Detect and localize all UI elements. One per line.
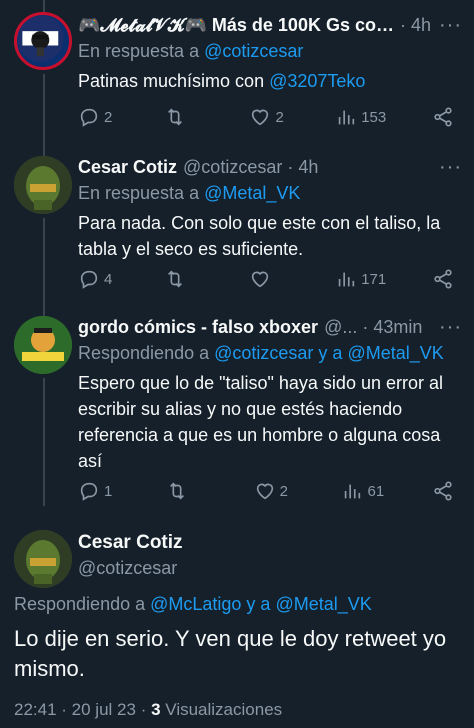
share-icon xyxy=(434,269,452,289)
avatar-image xyxy=(14,530,72,588)
separator-dot: · xyxy=(140,700,152,719)
user-name[interactable]: gordo cómics - falso xboxer xyxy=(78,316,318,338)
retweet-button[interactable] xyxy=(166,480,206,502)
avatar-image xyxy=(14,156,72,214)
tweet-text: Para nada. Con solo que este con el tali… xyxy=(78,213,441,259)
reply-icon xyxy=(80,270,98,289)
views-label: Visualizaciones xyxy=(165,700,283,719)
share-icon xyxy=(434,481,452,501)
avatar[interactable] xyxy=(14,316,72,374)
share-button[interactable] xyxy=(432,268,454,290)
reply-button[interactable]: 1 xyxy=(78,480,118,502)
views-icon xyxy=(345,484,361,499)
avatar-image xyxy=(17,15,64,62)
share-icon xyxy=(434,107,452,127)
timestamp[interactable]: 4h xyxy=(298,156,318,178)
retweet-button[interactable] xyxy=(164,268,204,290)
more-options-icon[interactable]: ··· xyxy=(431,316,462,338)
reply-context: Respondiendo a @cotizcesar y a @Metal_VK xyxy=(78,342,462,364)
views-count: 3 xyxy=(151,700,161,719)
timestamp[interactable]: 4h xyxy=(411,14,431,36)
user-handle[interactable]: @cotizcesar xyxy=(78,558,462,579)
timestamp[interactable]: 43min xyxy=(373,316,422,338)
reply-count: 4 xyxy=(104,270,113,288)
reply-icon xyxy=(80,108,98,127)
reply-count: 1 xyxy=(104,482,113,500)
like-button[interactable]: 2 xyxy=(249,106,289,128)
views-count: 61 xyxy=(367,482,385,500)
reply-to-link[interactable]: @McLatigo y a @Metal_VK xyxy=(150,594,372,614)
avatar[interactable] xyxy=(14,530,72,588)
tweet[interactable]: Cesar Cotiz @cotizcesar · 4h ··· En resp… xyxy=(0,156,474,306)
retweet-icon xyxy=(169,482,184,500)
post-time[interactable]: 22:41 xyxy=(14,700,57,719)
views-button[interactable]: 61 xyxy=(341,480,384,502)
views-button[interactable]: 153 xyxy=(335,106,386,128)
reply-to-link[interactable]: @cotizcesar xyxy=(204,41,303,61)
reply-button[interactable]: 2 xyxy=(78,106,118,128)
tweet-text: Espero que lo de "taliso" haya sido un e… xyxy=(78,373,443,471)
reply-prefix: Respondiendo a xyxy=(78,343,210,363)
heart-icon xyxy=(252,109,269,126)
like-button[interactable]: 2 xyxy=(254,480,294,502)
reply-button[interactable]: 4 xyxy=(78,268,118,290)
heart-icon xyxy=(252,271,269,288)
retweet-icon xyxy=(167,270,182,288)
tweet[interactable]: gordo cómics - falso xboxer @... · 43min… xyxy=(0,316,474,506)
action-bar: 4 171 xyxy=(78,268,454,290)
user-name[interactable]: Cesar Cotiz xyxy=(78,532,462,554)
tweet-text: Patinas muchísimo con @3207Teko xyxy=(78,68,462,94)
thread-line xyxy=(43,0,45,12)
avatar[interactable] xyxy=(14,12,72,70)
post-date[interactable]: 20 jul 23 xyxy=(72,700,136,719)
mention-link[interactable]: @3207Teko xyxy=(269,71,365,91)
separator-dot: · xyxy=(399,15,406,35)
views-count: 153 xyxy=(361,108,387,126)
reply-icon xyxy=(80,482,98,501)
user-name[interactable]: Cesar Cotiz xyxy=(78,156,177,178)
reply-context: Respondiendo a @McLatigo y a @Metal_VK xyxy=(14,594,372,615)
views-icon xyxy=(338,110,355,125)
heart-icon xyxy=(256,483,273,500)
reply-prefix: En respuesta a xyxy=(78,41,200,61)
separator-dot: · xyxy=(287,157,294,177)
separator-dot: · xyxy=(362,317,369,337)
more-options-icon[interactable]: ··· xyxy=(431,14,462,36)
reply-prefix: En respuesta a xyxy=(78,183,200,203)
avatar-image xyxy=(14,316,72,374)
reply-context: En respuesta a @Metal_VK xyxy=(78,182,462,204)
action-bar: 2 2 153 xyxy=(78,106,454,128)
action-bar: 1 2 61 xyxy=(78,480,454,502)
share-button[interactable] xyxy=(432,106,454,128)
retweet-icon xyxy=(167,108,182,126)
reply-to-link[interactable]: @cotizcesar y a @Metal_VK xyxy=(214,343,444,363)
reply-to-link[interactable]: @Metal_VK xyxy=(204,183,300,203)
user-name[interactable]: 🎮𝓜𝓮𝓽𝓪𝓵𝓥𝓚🎮 Más de 100K Gs con... xyxy=(78,14,395,36)
user-handle[interactable]: @cotizcesar xyxy=(183,156,282,178)
retweet-button[interactable] xyxy=(164,106,204,128)
share-button[interactable] xyxy=(432,480,454,502)
reply-count: 2 xyxy=(104,108,113,126)
user-handle[interactable]: @... xyxy=(324,316,357,338)
tweet-meta: 22:41 · 20 jul 23 · 3 Visualizaciones xyxy=(14,700,282,720)
separator-dot: · xyxy=(61,700,72,719)
tweet[interactable]: 🎮𝓜𝓮𝓽𝓪𝓵𝓥𝓚🎮 Más de 100K Gs con... · 4h ···… xyxy=(0,12,474,142)
tweet-text-plain: Patinas muchísimo con xyxy=(78,71,270,91)
views-count: 171 xyxy=(361,270,387,288)
reply-prefix: Respondiendo a xyxy=(14,594,146,614)
views-button[interactable]: 171 xyxy=(335,268,386,290)
avatar[interactable] xyxy=(14,156,72,214)
tweet-text: Lo dije en serio. Y ven que le doy retwe… xyxy=(14,626,447,681)
views-icon xyxy=(338,272,355,287)
like-count: 2 xyxy=(275,108,284,126)
like-count: 2 xyxy=(279,482,288,500)
reply-context: En respuesta a @cotizcesar xyxy=(78,40,462,62)
more-options-icon[interactable]: ··· xyxy=(431,156,462,178)
like-button[interactable] xyxy=(249,268,289,290)
